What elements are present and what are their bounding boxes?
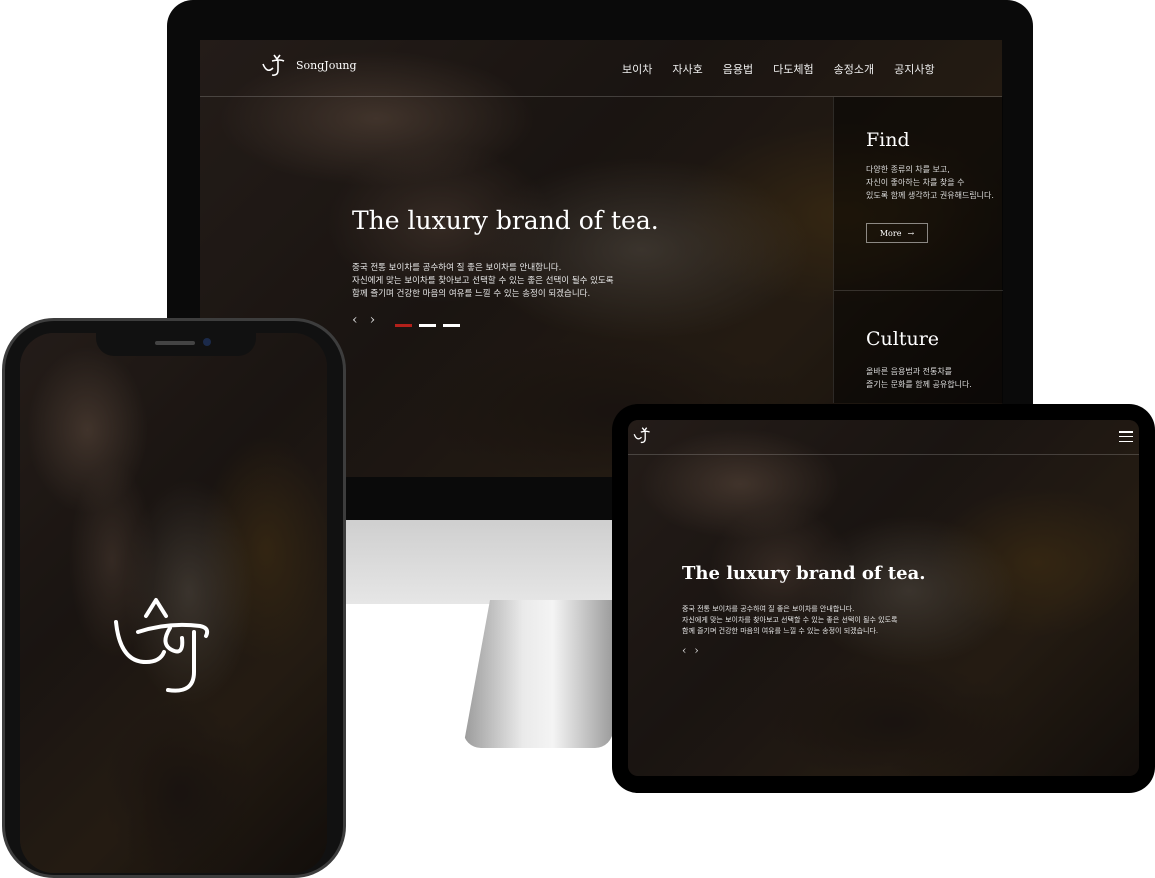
desktop-slide-indicators bbox=[395, 324, 460, 327]
hamburger-line bbox=[1119, 440, 1133, 442]
camera-icon bbox=[203, 338, 211, 346]
find-desc-line: 있도록 함께 생각하고 권유해드립니다. bbox=[866, 191, 994, 200]
tablet-hero-title: The luxury brand of tea. bbox=[682, 563, 926, 584]
hero-desc-line: 중국 전통 보이차를 공수하여 질 좋은 보이차를 안내합니다. bbox=[352, 263, 562, 273]
hero-desc-line: 자신에게 맞는 보이차를 찾아보고 선택할 수 있는 좋은 선택이 될수 있도록 bbox=[682, 616, 898, 624]
chevron-right-icon[interactable]: › bbox=[370, 312, 376, 328]
desktop-logo[interactable]: SongJoung bbox=[260, 52, 357, 78]
hero-desc-line: 자신에게 맞는 보이차를 찾아보고 선택할 수 있는 좋은 선택이 될수 있도록 bbox=[352, 276, 614, 286]
culture-desc-line: 즐기는 문화를 함께 공유합니다. bbox=[866, 380, 972, 389]
monitor-stand bbox=[463, 600, 613, 748]
menu-item-tea-ceremony[interactable]: 다도체험 bbox=[773, 61, 813, 77]
songjoung-logo-icon bbox=[114, 598, 210, 693]
chevron-left-icon[interactable]: ‹ bbox=[352, 312, 358, 328]
hamburger-line bbox=[1119, 431, 1133, 433]
hero-desc-line: 함께 즐기며 건강한 마음의 여유를 느낄 수 있는 송정이 되겠습니다. bbox=[352, 289, 591, 299]
culture-desc-line: 올바른 음용법과 전통차를 bbox=[866, 367, 953, 376]
culture-description: 올바른 음용법과 전통차를 즐기는 문화를 함께 공유합니다. bbox=[866, 365, 972, 391]
arrow-right-icon: → bbox=[907, 228, 915, 238]
tablet-hero-image bbox=[628, 420, 1139, 776]
find-title: Find bbox=[866, 129, 910, 151]
find-description: 다양한 종류의 차를 보고, 자신이 좋아하는 차를 찾을 수 있도록 함께 생… bbox=[866, 163, 994, 202]
songjoung-logo-icon[interactable] bbox=[632, 424, 654, 446]
find-desc-line: 자신이 좋아하는 차를 찾을 수 bbox=[866, 178, 965, 187]
desktop-hero-description: 중국 전통 보이차를 공수하여 질 좋은 보이차를 안내합니다. 자신에게 맞는… bbox=[352, 262, 614, 301]
chevron-right-icon[interactable]: › bbox=[694, 644, 698, 657]
more-button[interactable]: More → bbox=[866, 223, 928, 243]
menu-item-how-to-drink[interactable]: 음용법 bbox=[723, 61, 753, 77]
slide-dot[interactable] bbox=[395, 324, 412, 327]
menu-item-notice[interactable]: 공지사항 bbox=[894, 61, 934, 77]
desktop-slider-arrows: ‹ › bbox=[352, 312, 375, 328]
monitor-chin bbox=[346, 520, 612, 604]
panel-divider bbox=[834, 290, 1003, 291]
hero-desc-line: 중국 전통 보이차를 공수하여 질 좋은 보이차를 안내합니다. bbox=[682, 605, 855, 613]
chevron-left-icon[interactable]: ‹ bbox=[682, 644, 686, 657]
slide-dot[interactable] bbox=[419, 324, 436, 327]
desktop-side-panel: Find 다양한 종류의 차를 보고, 자신이 좋아하는 차를 찾을 수 있도록… bbox=[833, 97, 1003, 403]
slide-dot[interactable] bbox=[443, 324, 460, 327]
hero-desc-line: 함께 즐기며 건강한 마음의 여유를 느낄 수 있는 송정이 되겠습니다. bbox=[682, 627, 879, 635]
find-desc-line: 다양한 종류의 차를 보고, bbox=[866, 165, 950, 174]
hamburger-icon[interactable] bbox=[1119, 431, 1133, 442]
tablet-slider-arrows: ‹ › bbox=[682, 644, 699, 657]
menu-item-teapot[interactable]: 자사호 bbox=[672, 61, 702, 77]
menu-item-puer[interactable]: 보이차 bbox=[622, 61, 652, 77]
culture-title: Culture bbox=[866, 328, 940, 350]
desktop-logo-text: SongJoung bbox=[296, 58, 357, 72]
songjoung-logo-icon bbox=[262, 54, 285, 76]
tablet-hero-description: 중국 전통 보이차를 공수하여 질 좋은 보이차를 안내합니다. 자신에게 맞는… bbox=[682, 604, 897, 637]
desktop-main-menu: 보이차 자사호 음용법 다도체험 송정소개 공지사항 bbox=[622, 61, 935, 77]
phone-speaker bbox=[155, 341, 195, 345]
tablet-nav-divider bbox=[628, 454, 1139, 455]
more-button-label: More bbox=[879, 228, 902, 238]
desktop-hero-title: The luxury brand of tea. bbox=[352, 206, 659, 235]
menu-item-about[interactable]: 송정소개 bbox=[834, 61, 874, 77]
hamburger-line bbox=[1119, 435, 1133, 438]
